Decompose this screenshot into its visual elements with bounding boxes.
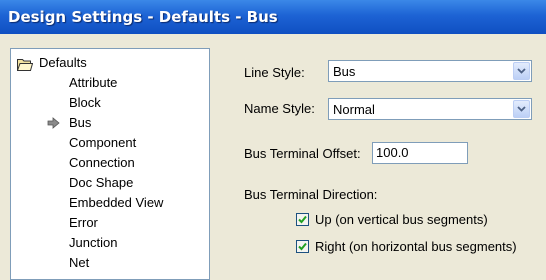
- tree-item-attribute[interactable]: Attribute: [69, 73, 117, 93]
- tree-item-connection[interactable]: Connection: [69, 153, 135, 173]
- line-style-dropdown-button[interactable]: [513, 62, 530, 80]
- terminal-direction-label: Bus Terminal Direction:: [244, 187, 378, 202]
- tree-item-junction[interactable]: Junction: [69, 233, 117, 253]
- tree-item-label: Bus: [69, 115, 92, 130]
- tree-item-label: Connection: [69, 155, 135, 170]
- terminal-offset-field[interactable]: [376, 145, 476, 160]
- window-title: Design Settings - Defaults - Bus: [8, 8, 278, 26]
- checkmark-icon: [298, 215, 307, 224]
- line-style-label: Line Style:: [244, 65, 305, 80]
- tree-item-error[interactable]: Error: [69, 213, 98, 233]
- settings-tree[interactable]: Defaults Attribute Block Bus Component C…: [10, 48, 210, 280]
- tree-item-net[interactable]: Net: [69, 253, 89, 273]
- arrow-pointer-icon: [47, 113, 61, 135]
- name-style-select[interactable]: Normal: [328, 98, 532, 120]
- line-style-select[interactable]: Bus: [328, 60, 532, 82]
- terminal-offset-label: Bus Terminal Offset:: [244, 146, 361, 161]
- tree-root-label: Defaults: [39, 55, 87, 70]
- up-checkbox[interactable]: [296, 213, 309, 226]
- tree-item-component[interactable]: Component: [69, 133, 136, 153]
- line-style-value: Bus: [333, 64, 356, 79]
- right-checkbox-label[interactable]: Right (on horizontal bus segments): [315, 239, 517, 254]
- checkmark-icon: [298, 242, 307, 251]
- bus-settings-panel: Line Style: Bus Name Style: Normal Bus T…: [220, 48, 546, 278]
- chevron-down-icon: [517, 68, 526, 74]
- terminal-offset-input[interactable]: [372, 142, 476, 164]
- tree-item-label: Embedded View: [69, 195, 164, 210]
- tree-item-label: Junction: [69, 235, 118, 250]
- tree-item-label: Component: [69, 135, 137, 150]
- name-style-dropdown-button[interactable]: [513, 100, 530, 118]
- tree-item-label: Error: [69, 215, 98, 230]
- name-style-value: Normal: [333, 102, 375, 117]
- tree-item-label: Block: [69, 95, 101, 110]
- title-bar[interactable]: Design Settings - Defaults - Bus: [0, 0, 546, 34]
- tree-item-doc-shape[interactable]: Doc Shape: [69, 173, 133, 193]
- right-checkbox[interactable]: [296, 240, 309, 253]
- tree-item-label: Doc Shape: [69, 175, 134, 190]
- folder-open-icon: [16, 57, 34, 71]
- name-style-label: Name Style:: [244, 101, 315, 116]
- tree-item-bus[interactable]: Bus: [47, 113, 92, 133]
- up-checkbox-label[interactable]: Up (on vertical bus segments): [315, 212, 488, 227]
- tree-item-label: Attribute: [69, 75, 118, 90]
- tree-item-embedded-view[interactable]: Embedded View: [69, 193, 163, 213]
- chevron-down-icon: [517, 106, 526, 112]
- tree-item-block[interactable]: Block: [69, 93, 101, 113]
